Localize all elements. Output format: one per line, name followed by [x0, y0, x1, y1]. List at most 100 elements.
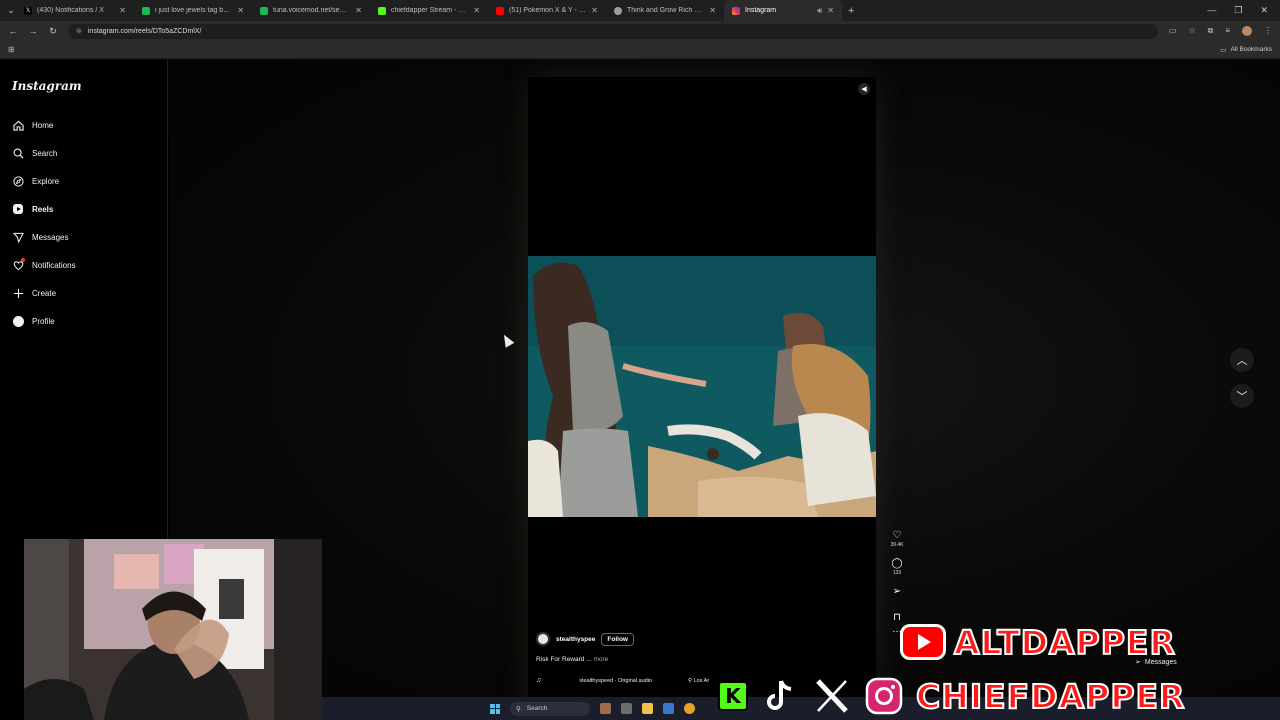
- reel-caption: Risk For Reward ... more: [536, 656, 608, 663]
- tab-title: i just love jewels tag by money: [155, 7, 232, 14]
- sidebar-item-search[interactable]: Search: [12, 145, 57, 161]
- close-icon[interactable]: ✕: [473, 6, 480, 15]
- close-icon[interactable]: ✕: [709, 6, 716, 15]
- x-logo-icon: [812, 676, 852, 716]
- location-link[interactable]: ⚲ Los Ar: [688, 678, 709, 684]
- minimize-icon[interactable]: —: [1207, 5, 1216, 16]
- reload-icon[interactable]: ↻: [48, 26, 58, 37]
- speaker-icon[interactable]: 🔊︎: [817, 6, 822, 16]
- close-icon[interactable]: ✕: [119, 6, 126, 15]
- url-field[interactable]: ⊜ instagram.com/reels/DTo5aZCDmlX/: [68, 23, 1158, 39]
- youtube-icon: [900, 624, 946, 660]
- close-icon[interactable]: ✕: [591, 6, 598, 15]
- messages-label: Messages: [1144, 658, 1177, 666]
- reels-icon: [12, 203, 24, 215]
- close-icon[interactable]: ✕: [237, 6, 244, 15]
- close-icon[interactable]: ✕: [827, 6, 834, 15]
- audio-link[interactable]: stealthyspeed · Original audio: [579, 678, 652, 684]
- notification-dot: [21, 258, 25, 262]
- taskbar-app-icon[interactable]: [600, 703, 611, 714]
- sidebar-item-label: Home: [32, 120, 54, 130]
- next-reel-button[interactable]: ﹀: [1230, 384, 1254, 408]
- reel-player[interactable]: ◀︎ stealthyspee Follow Risk For Reward .…: [528, 77, 876, 720]
- sidebar-item-label: Notifications: [32, 260, 76, 270]
- tab-list-icon[interactable]: ⌄: [6, 5, 16, 16]
- window-controls: — ❐ ✕: [1207, 5, 1280, 16]
- maximize-icon[interactable]: ❐: [1234, 5, 1242, 16]
- chevron-down-icon: ﹀: [1236, 391, 1248, 403]
- extensions-icon[interactable]: ⧉: [1208, 26, 1214, 36]
- toolbar-icons: ▭ ☆ ⧉ ≡ ⋮: [1169, 26, 1272, 36]
- store-icon[interactable]: [663, 703, 674, 714]
- reel-author-row: stealthyspee Follow: [536, 632, 634, 646]
- bookmarks-bar: ⊞ ▭ All Bookmarks: [0, 41, 1280, 59]
- speaker-icon[interactable]: ◀︎: [858, 83, 870, 95]
- sidebar-item-messages[interactable]: Messages: [12, 229, 68, 245]
- instagram-logo[interactable]: Instagram: [12, 79, 82, 93]
- browser-tab[interactable]: chiefdapper Stream - Watch ✕: [370, 0, 488, 21]
- sidebar-item-explore[interactable]: Explore: [12, 173, 59, 189]
- browser-tab[interactable]: Think and Grow Rich by Napole ✕: [606, 0, 724, 21]
- webcam-overlay: [24, 539, 322, 720]
- tab-title: chiefdapper Stream - Watch: [391, 7, 469, 14]
- forward-icon[interactable]: →: [28, 26, 38, 36]
- kick-icon: [378, 6, 386, 15]
- voicemod-icon: [260, 6, 268, 15]
- sidebar-item-notifications[interactable]: Notifications: [12, 257, 76, 273]
- windows-start-icon[interactable]: [490, 703, 500, 714]
- plus-icon: [12, 287, 24, 299]
- cast-icon[interactable]: ▭: [1169, 26, 1177, 36]
- browser-tab[interactable]: (51) Pokemon X & Y - Gate The ✕: [488, 0, 606, 21]
- profile-icon: [12, 315, 24, 327]
- close-icon[interactable]: ✕: [355, 6, 362, 15]
- follow-button[interactable]: Follow: [601, 632, 634, 646]
- brand-name-bottom: CHIEFDAPPER: [915, 676, 1186, 717]
- new-tab-icon[interactable]: +: [842, 5, 860, 17]
- like-count: 39.4K: [890, 542, 904, 548]
- url-text: instagram.com/reels/DTo5aZCDmlX/: [87, 27, 202, 35]
- send-icon: [12, 231, 24, 243]
- browser-tab[interactable]: tuna.voicemod.net/search/sou ✕: [252, 0, 370, 21]
- send-icon[interactable]: ➢: [893, 586, 901, 598]
- comment-icon[interactable]: ◯: [891, 558, 902, 570]
- previous-reel-button[interactable]: ︿: [1230, 348, 1254, 372]
- chrome-icon[interactable]: [684, 703, 695, 714]
- close-window-icon[interactable]: ✕: [1260, 5, 1268, 16]
- author-username[interactable]: stealthyspee: [556, 636, 595, 643]
- instagram-icon: [732, 6, 740, 15]
- all-bookmarks-button[interactable]: ▭ All Bookmarks: [1220, 46, 1272, 54]
- sidebar-item-reels[interactable]: Reels: [12, 201, 53, 217]
- sidebar-item-label: Explore: [32, 176, 60, 186]
- brand-name-top: ALTDAPPER: [953, 622, 1176, 663]
- profile-avatar-icon[interactable]: [1242, 26, 1252, 36]
- browser-tab-bar: ⌄ 𝕏 (430) Notifications / X ✕ i just lov…: [0, 0, 1280, 21]
- more-link[interactable]: more: [593, 656, 608, 663]
- tab-title: Think and Grow Rich by Napole: [627, 7, 704, 14]
- browser-tab[interactable]: i just love jewels tag by money ✕: [134, 0, 252, 21]
- browser-tab[interactable]: 𝕏 (430) Notifications / X ✕: [16, 0, 134, 21]
- x-icon: 𝕏: [24, 6, 32, 15]
- browser-tab-active[interactable]: Instagram 🔊︎ ✕: [724, 0, 842, 21]
- sidebar-item-profile[interactable]: Profile: [12, 313, 55, 329]
- star-icon[interactable]: ☆: [1188, 26, 1195, 36]
- avatar[interactable]: [536, 632, 550, 646]
- messages-button[interactable]: ➢ Messages: [1135, 658, 1177, 667]
- webcam-frame: [24, 539, 322, 720]
- back-icon[interactable]: ←: [8, 26, 18, 36]
- task-view-icon[interactable]: [621, 703, 632, 714]
- menu-lines-icon[interactable]: ≡: [1225, 26, 1230, 36]
- taskbar-search[interactable]: ⚲ Search: [510, 701, 590, 716]
- heart-icon[interactable]: ♡: [893, 530, 902, 542]
- site-info-icon[interactable]: ⊜: [76, 27, 82, 35]
- more-vert-icon[interactable]: ⋮: [1264, 26, 1272, 36]
- tab-title: tuna.voicemod.net/search/sou: [273, 7, 350, 14]
- folder-icon: ▭: [1220, 46, 1227, 54]
- apps-grid-icon[interactable]: ⊞: [8, 45, 15, 54]
- sidebar-item-home[interactable]: Home: [12, 117, 53, 133]
- youtube-icon: [496, 6, 504, 15]
- file-explorer-icon[interactable]: [642, 703, 653, 714]
- sidebar-item-create[interactable]: Create: [12, 285, 56, 301]
- reel-actions: ♡ 39.4K ◯ 133 ➢ ⊓ …: [888, 530, 906, 636]
- send-icon: ➢: [1135, 659, 1141, 666]
- reel-video[interactable]: [528, 256, 876, 517]
